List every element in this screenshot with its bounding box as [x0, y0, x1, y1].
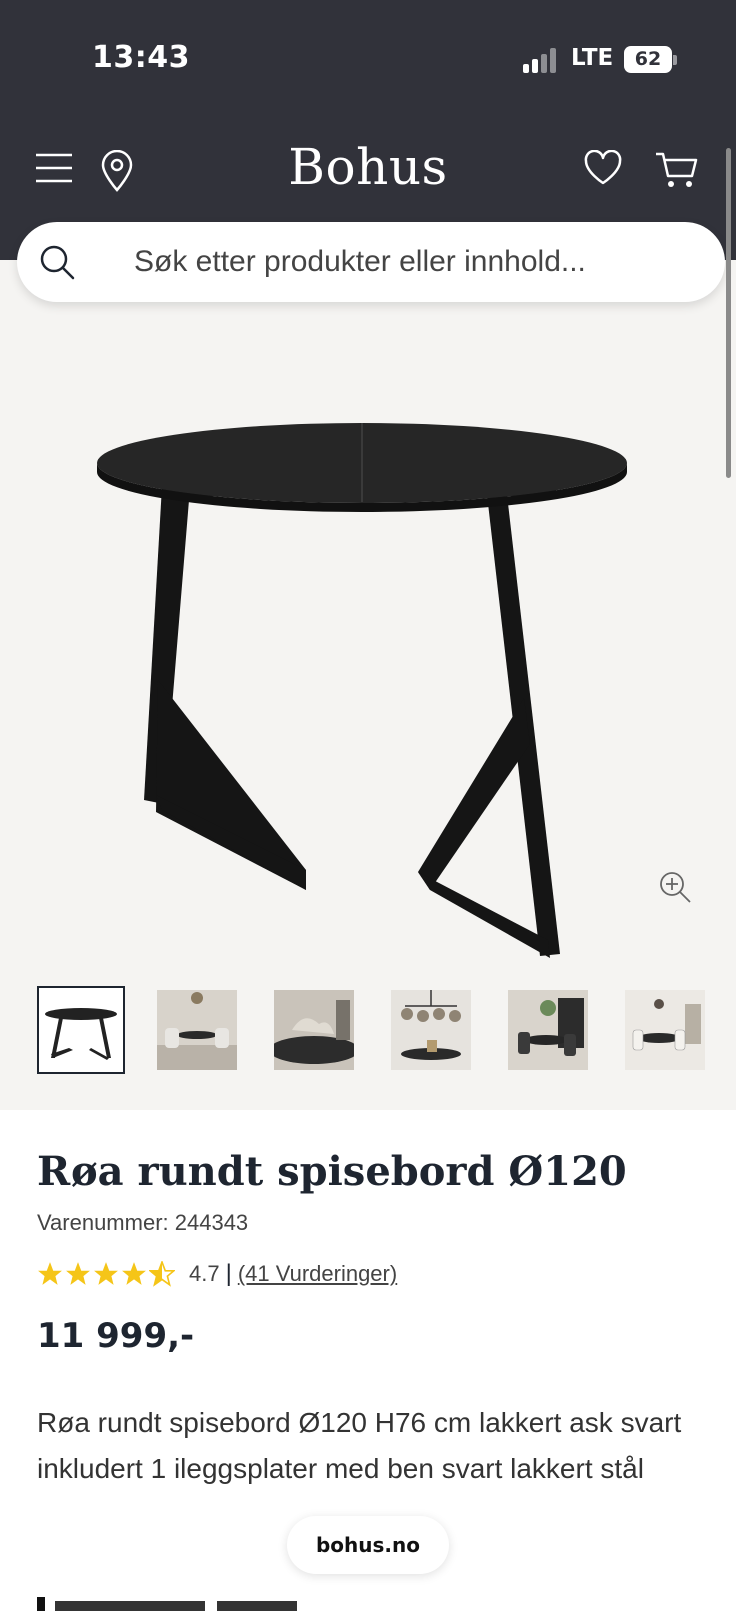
- product-gallery[interactable]: [0, 260, 736, 1110]
- rating-score: 4.7: [189, 1261, 220, 1286]
- product-sku: Varenummer: 244343: [37, 1210, 249, 1235]
- search-icon[interactable]: [39, 244, 75, 280]
- thumbnail-6[interactable]: [625, 990, 705, 1070]
- half-star-icon: [149, 1261, 175, 1287]
- browser-url-pill[interactable]: bohus.no: [287, 1516, 449, 1574]
- rating-separator: |: [225, 1260, 232, 1287]
- thumbnail-strip: [37, 986, 736, 1076]
- interior-thumbnail-image: [508, 990, 588, 1070]
- status-time: 13:43: [92, 40, 190, 75]
- battery-icon: 62: [624, 46, 672, 73]
- reviews-link[interactable]: (41 Vurderinger): [238, 1261, 397, 1287]
- product-image[interactable]: [96, 400, 636, 960]
- product-title: Røa rundt spisebord Ø120: [37, 1148, 627, 1195]
- search-bar[interactable]: [17, 222, 725, 302]
- product-price: 11 999,-: [37, 1316, 195, 1356]
- network-label: LTE: [571, 45, 614, 71]
- battery-level: 62: [634, 48, 662, 70]
- next-section-text-clipped: [37, 1586, 337, 1611]
- rating-stars: [37, 1261, 175, 1287]
- thumbnail-4[interactable]: [391, 990, 471, 1070]
- dining-thumbnail-image: [625, 990, 705, 1070]
- heart-icon[interactable]: [583, 150, 623, 186]
- bohus-logo[interactable]: Bohus: [0, 138, 736, 196]
- table-thumbnail-image: [45, 1008, 117, 1060]
- signal-icon: [523, 47, 559, 73]
- detail-thumbnail-image: [274, 990, 354, 1070]
- dining-room-thumbnail-image: [157, 990, 237, 1070]
- lamp-thumbnail-image: [391, 990, 471, 1070]
- zoom-in-icon[interactable]: [658, 870, 692, 904]
- thumbnail-2[interactable]: [157, 990, 237, 1070]
- thumbnail-5[interactable]: [508, 990, 588, 1070]
- star-icon: [122, 1262, 146, 1285]
- star-icon: [38, 1262, 62, 1285]
- battery-tip: [673, 55, 677, 65]
- app-header: 13:43 LTE 62 Bohus: [0, 0, 736, 260]
- clipped-text-shape: [37, 1597, 297, 1611]
- cart-icon[interactable]: [654, 150, 698, 190]
- star-icon: [94, 1262, 118, 1285]
- product-description: Røa rundt spisebord Ø120 H76 cm lakkert …: [37, 1407, 682, 1484]
- scrollbar[interactable]: [726, 148, 731, 478]
- thumbnail-1[interactable]: [37, 986, 125, 1074]
- thumbnail-3[interactable]: [274, 990, 354, 1070]
- search-input[interactable]: [132, 236, 696, 288]
- product-rating: 4.7 | (41 Vurderinger): [37, 1258, 397, 1290]
- star-icon: [66, 1262, 90, 1285]
